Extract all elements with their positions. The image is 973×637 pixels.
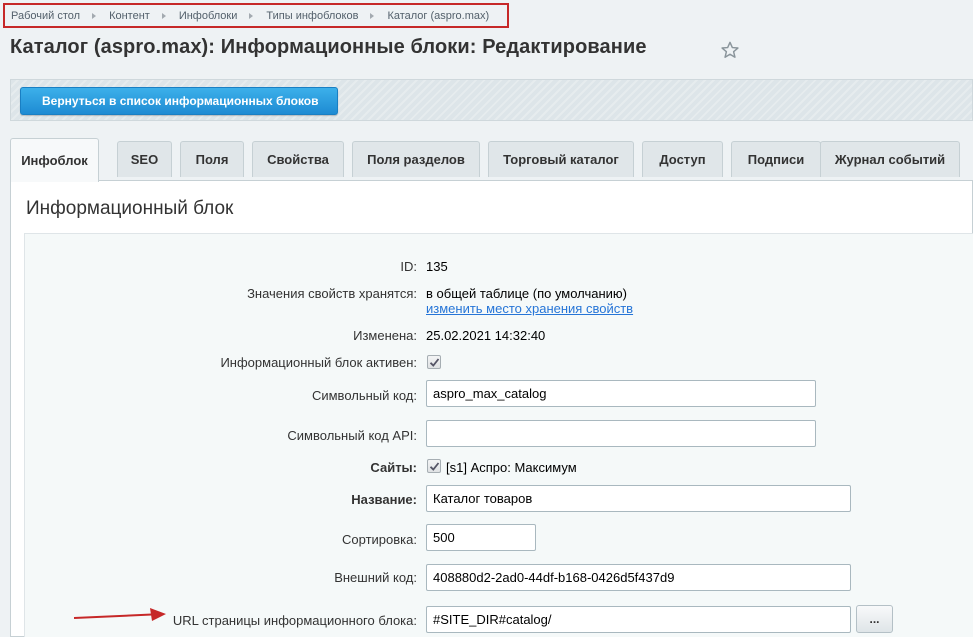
section-title: Информационный блок [26, 198, 234, 219]
star-icon[interactable] [721, 41, 739, 59]
breadcrumb: Рабочий стол Контент Инфоблоки Типы инфо… [3, 3, 509, 28]
external-code-label: Внешний код: [334, 570, 417, 585]
breadcrumb-item-catalog[interactable]: Каталог (aspro.max) [387, 10, 489, 22]
chevron-right-icon [370, 12, 375, 19]
breadcrumb-item-desktop[interactable]: Рабочий стол [11, 10, 80, 22]
api-code-input[interactable] [426, 420, 816, 447]
external-code-input[interactable]: 408880d2-2ad0-44df-b168-0426d5f437d9 [426, 564, 851, 591]
tab-event-log[interactable]: Журнал событий [820, 141, 960, 177]
tab-seo[interactable]: SEO [117, 141, 172, 177]
modified-label: Изменена: [353, 328, 417, 343]
sort-input[interactable]: 500 [426, 524, 536, 551]
storage-value: в общей таблице (по умолчанию) [426, 286, 628, 301]
breadcrumb-item-content[interactable]: Контент [109, 10, 150, 22]
site-s1-checkbox[interactable] [427, 459, 441, 473]
api-code-label: Символьный код API: [287, 428, 417, 443]
code-input[interactable]: aspro_max_catalog [426, 380, 816, 407]
sort-label: Сортировка: [342, 532, 417, 547]
chevron-right-icon [249, 12, 254, 19]
tab-captions[interactable]: Подписи [731, 141, 821, 177]
active-label: Информационный блок активен: [220, 355, 417, 370]
breadcrumb-item-iblock-types[interactable]: Типы инфоблоков [266, 10, 358, 22]
tab-properties[interactable]: Свойства [252, 141, 344, 177]
id-label: ID: [400, 259, 417, 274]
url-label: URL страницы информационного блока: [172, 613, 417, 628]
tab-access[interactable]: Доступ [642, 141, 723, 177]
chevron-right-icon [161, 12, 166, 19]
tab-fields[interactable]: Поля [180, 141, 244, 177]
id-value: 135 [426, 259, 448, 274]
name-input[interactable]: Каталог товаров [426, 485, 851, 512]
change-storage-link[interactable]: изменить место хранения свойств [426, 301, 633, 316]
check-icon [429, 358, 440, 367]
chevron-right-icon [92, 12, 97, 19]
breadcrumb-item-iblocks[interactable]: Инфоблоки [179, 10, 238, 22]
tab-section-fields[interactable]: Поля разделов [352, 141, 480, 177]
sites-label: Сайты: [370, 460, 417, 475]
check-icon [429, 462, 440, 471]
name-label: Название: [351, 492, 417, 507]
tab-trade-catalog[interactable]: Торговый каталог [488, 141, 634, 177]
code-label: Символьный код: [311, 388, 417, 403]
page-title: Каталог (aspro.max): Информационные блок… [10, 36, 647, 58]
red-arrow-icon [74, 608, 166, 621]
url-browse-button[interactable]: ... [856, 605, 893, 633]
back-to-list-button[interactable]: Вернуться в список информационных блоков [20, 87, 338, 115]
active-checkbox[interactable] [427, 355, 441, 369]
site-s1-label: [s1] Аспро: Максимум [446, 460, 577, 475]
url-input[interactable]: #SITE_DIR#catalog/ [426, 606, 851, 633]
tab-iblock[interactable]: Инфоблок [10, 138, 99, 182]
modified-value: 25.02.2021 14:32:40 [426, 328, 546, 343]
storage-label: Значения свойств хранятся: [247, 286, 417, 301]
